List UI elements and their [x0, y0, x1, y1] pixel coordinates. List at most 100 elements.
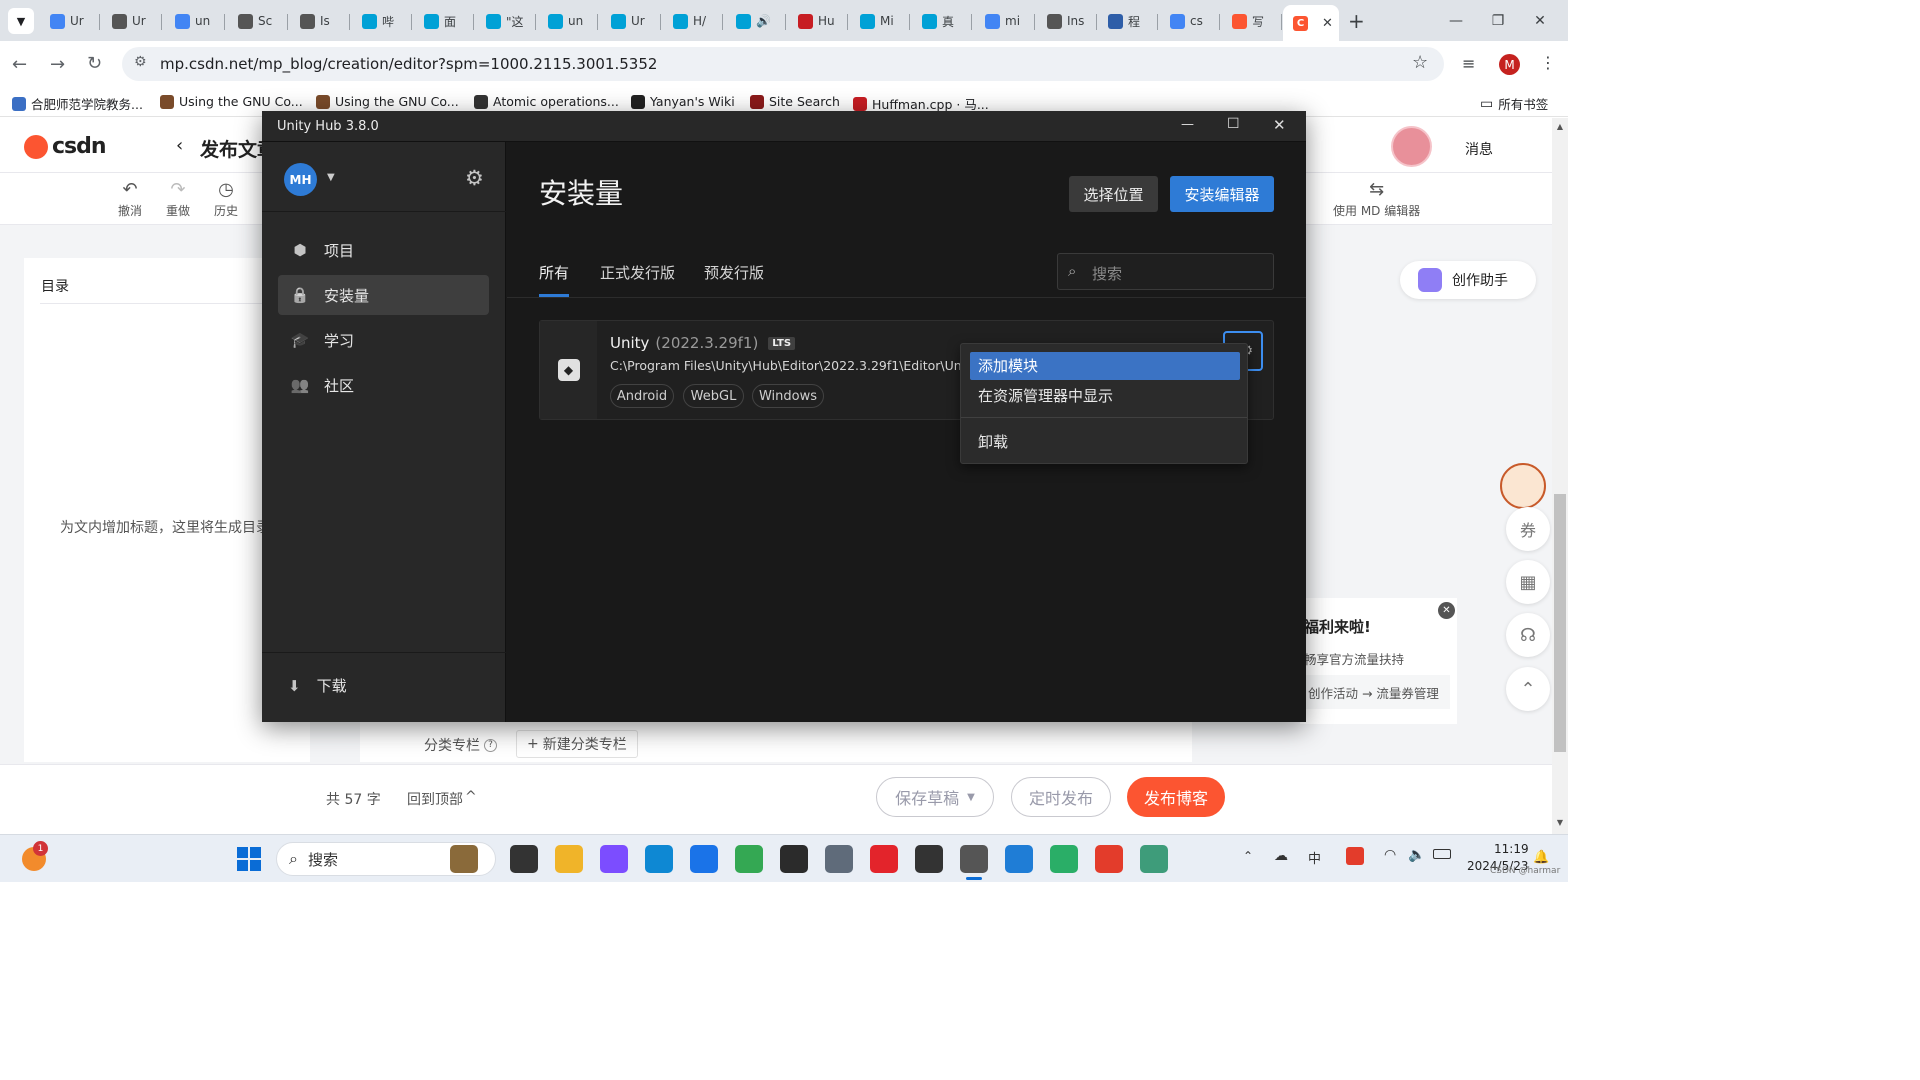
nav-item[interactable]: 🎓 学习: [278, 320, 489, 360]
bell-icon[interactable]: 🔔: [1533, 850, 1549, 865]
nav-item[interactable]: 🔒 安装量: [278, 275, 489, 315]
nav-item[interactable]: ⬢ 项目: [278, 230, 489, 270]
filter-tab[interactable]: 正式发行版: [600, 262, 675, 283]
settings-icon[interactable]: [825, 845, 853, 873]
task-view-icon[interactable]: [510, 845, 538, 873]
browser-menu-icon[interactable]: ⋮: [1540, 53, 1556, 72]
close-tab-icon[interactable]: ✕: [1322, 16, 1333, 31]
volume-icon[interactable]: 🔈: [1408, 847, 1425, 863]
history-button[interactable]: ◷ 历史: [214, 181, 238, 219]
scroll-top-icon[interactable]: ⌃: [1506, 667, 1550, 711]
reload-icon[interactable]: ↻: [87, 53, 102, 74]
hub-close-button[interactable]: ✕: [1273, 116, 1286, 134]
coupon-icon[interactable]: 券: [1506, 507, 1550, 551]
browser-tab[interactable]: cs: [1160, 7, 1220, 35]
back-button[interactable]: ‹: [176, 135, 183, 156]
chatgpt-icon[interactable]: [1140, 845, 1168, 873]
qrcode-icon[interactable]: ▦: [1506, 560, 1550, 604]
unity-hub-taskbar-icon[interactable]: [960, 845, 988, 873]
browser-tab[interactable]: Ur: [102, 7, 162, 35]
install-editor-button[interactable]: 安装编辑器: [1170, 176, 1274, 212]
file-explorer-icon[interactable]: [555, 845, 583, 873]
obsidian-icon[interactable]: [600, 845, 628, 873]
hub-maximize-button[interactable]: ☐: [1227, 116, 1240, 132]
csdn-logo[interactable]: csdn: [24, 134, 107, 159]
close-promo-icon[interactable]: ✕: [1438, 602, 1455, 619]
star-icon[interactable]: ☆: [1412, 52, 1428, 73]
youdao-icon[interactable]: [870, 845, 898, 873]
bookmark-item[interactable]: 合肥师范学院教务...: [12, 94, 143, 113]
forward-arrow-icon[interactable]: →: [50, 54, 65, 75]
browser-tab[interactable]: 真: [912, 7, 972, 35]
browser-tab[interactable]: 写: [1222, 7, 1282, 35]
ime-icon[interactable]: 中: [1308, 848, 1321, 867]
active-tab[interactable]: C ✕: [1283, 5, 1339, 41]
search-input[interactable]: ⌕ 搜索: [1057, 253, 1274, 290]
start-button[interactable]: [237, 847, 261, 871]
terminal-icon[interactable]: [780, 845, 808, 873]
browser-tab[interactable]: Ur: [601, 7, 661, 35]
profile-avatar[interactable]: M: [1499, 54, 1520, 75]
hub-minimize-button[interactable]: —: [1181, 117, 1194, 132]
locate-button[interactable]: 选择位置: [1069, 176, 1158, 212]
browser-tab[interactable]: mi: [975, 7, 1035, 35]
address-bar[interactable]: ⚙ mp.csdn.net/mp_blog/creation/editor?sp…: [122, 47, 1444, 81]
scroll-thumb[interactable]: [1554, 494, 1566, 752]
assistant-button[interactable]: 创作助手: [1400, 261, 1536, 299]
menu-item-uninstall[interactable]: 卸载: [978, 431, 1008, 452]
battery-icon[interactable]: [1433, 849, 1451, 859]
all-bookmarks[interactable]: ▭ 所有书签: [1480, 94, 1548, 113]
wps-icon[interactable]: [1095, 845, 1123, 873]
browser-tab[interactable]: 程: [1098, 7, 1158, 35]
browser-tab[interactable]: Is: [290, 7, 350, 35]
new-tab-button[interactable]: +: [1348, 9, 1365, 33]
wifi-icon[interactable]: ◠: [1384, 847, 1396, 863]
account-avatar[interactable]: MH: [284, 163, 317, 196]
filter-tab[interactable]: 所有: [539, 262, 569, 283]
help-icon[interactable]: ?: [484, 738, 497, 752]
bookmark-item[interactable]: Using the GNU Co...: [316, 94, 459, 109]
back-arrow-icon[interactable]: ←: [12, 54, 27, 75]
menu-item-show-in-explorer[interactable]: 在资源管理器中显示: [978, 385, 1113, 406]
browser-tab[interactable]: 哔: [352, 7, 412, 35]
undo-button[interactable]: ↶ 撤消: [118, 181, 142, 219]
browser-tab[interactable]: 🔊: [726, 7, 786, 35]
browser-tab[interactable]: Ur: [40, 7, 100, 35]
clock-time[interactable]: 11:19: [1494, 842, 1529, 856]
browser-tab[interactable]: un: [165, 7, 225, 35]
tab-search-button[interactable]: ▼: [8, 8, 34, 34]
back-to-top-link[interactable]: 回到顶部 ^: [407, 789, 477, 809]
restore-button[interactable]: ❐: [1478, 8, 1518, 34]
browser-tab[interactable]: Hu: [788, 7, 848, 35]
vscode-icon[interactable]: [1005, 845, 1033, 873]
site-info-icon[interactable]: ⚙: [134, 54, 147, 70]
wps-tray-icon[interactable]: [1346, 847, 1364, 865]
settings-gear-icon[interactable]: ⚙: [465, 166, 484, 190]
tray-chevron-icon[interactable]: ⌃: [1243, 849, 1253, 863]
browser-tab[interactable]: Mi: [850, 7, 910, 35]
onedrive-icon[interactable]: ☁: [1274, 848, 1288, 864]
menu-item-add-modules[interactable]: 添加模块: [970, 352, 1240, 380]
scheduled-publish-button[interactable]: 定时发布: [1011, 777, 1111, 817]
md-editor-button[interactable]: ⇆ 使用 MD 编辑器: [1333, 181, 1420, 219]
bookmark-item[interactable]: Using the GNU Co...: [160, 94, 303, 109]
mascot-icon[interactable]: [1500, 463, 1546, 509]
page-scrollbar[interactable]: ▲ ▼: [1552, 118, 1568, 834]
tortoise-widget-icon[interactable]: [450, 845, 478, 873]
redo-button[interactable]: ↷ 重做: [166, 181, 190, 219]
downloads-item[interactable]: ⬇ 下载: [288, 675, 347, 696]
headset-icon[interactable]: ☊: [1506, 613, 1550, 657]
bookmark-item[interactable]: Site Search: [750, 94, 840, 109]
bookmark-item[interactable]: Atomic operations...: [474, 94, 619, 109]
messages-link[interactable]: 消息: [1465, 139, 1493, 159]
account-caret-icon[interactable]: ▼: [327, 172, 335, 183]
edge-icon[interactable]: [645, 845, 673, 873]
promo-link[interactable]: 创作活动 → 流量券管理: [1300, 675, 1450, 709]
save-draft-button[interactable]: 保存草稿 ▼: [876, 777, 994, 817]
notepad-icon[interactable]: [690, 845, 718, 873]
media-controls-icon[interactable]: ≡: [1462, 54, 1475, 73]
caret-down-icon[interactable]: ▼: [967, 792, 975, 803]
browser-tab[interactable]: Sc: [228, 7, 288, 35]
filter-tab[interactable]: 预发行版: [704, 262, 764, 283]
browser-tab[interactable]: Ins: [1037, 7, 1097, 35]
